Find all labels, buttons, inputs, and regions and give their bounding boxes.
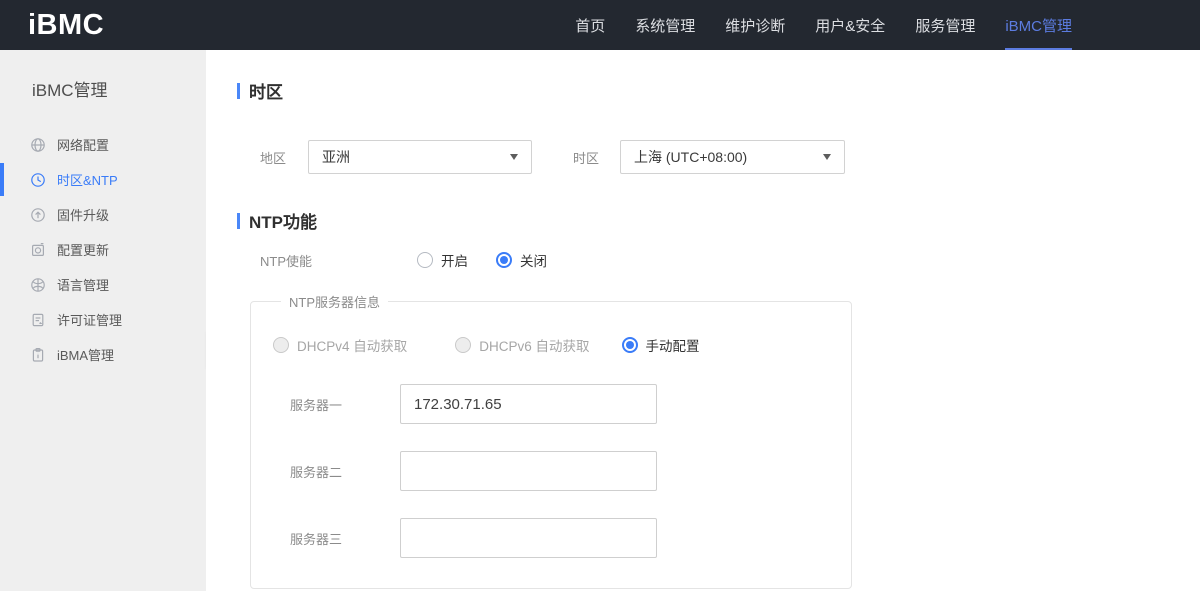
sidebar-title: iBMC管理 bbox=[32, 81, 108, 100]
config-update-icon bbox=[30, 242, 46, 258]
clipboard-icon bbox=[30, 347, 46, 363]
license-icon bbox=[30, 312, 46, 328]
server-three-label: 服务器三 bbox=[290, 531, 343, 547]
sidebar-menu: 网络配置 时区&NTP 固件升级 配置更新 语言管理 许可证管理 iBMA管理 bbox=[0, 127, 206, 372]
sidebar-item-label: 许可证管理 bbox=[57, 313, 123, 328]
top-nav-menu: 首页 系统管理 维护诊断 用户&安全 服务管理 iBMC管理 bbox=[575, 0, 1072, 50]
server-three-input[interactable] bbox=[400, 518, 657, 558]
dhcpv6-auto-label: DHCPv6 自动获取 bbox=[479, 339, 590, 354]
server-three-row: 服务器三 bbox=[273, 518, 851, 558]
radio-selected-icon bbox=[496, 252, 512, 268]
language-icon bbox=[30, 277, 46, 293]
sidebar-item-language-management[interactable]: 语言管理 bbox=[0, 267, 206, 302]
ntp-section-title-text: NTP功能 bbox=[249, 213, 317, 232]
sidebar-item-network-config[interactable]: 网络配置 bbox=[0, 127, 206, 162]
server-one-input[interactable] bbox=[400, 384, 657, 424]
upload-circle-icon bbox=[30, 207, 46, 223]
radio-selected-icon bbox=[621, 337, 638, 353]
sidebar-item-label: 时区&NTP bbox=[57, 173, 118, 188]
region-select[interactable]: 亚洲 bbox=[308, 140, 532, 174]
sidebar-item-label: 语言管理 bbox=[57, 278, 110, 293]
sidebar-item-firmware-upgrade[interactable]: 固件升级 bbox=[0, 197, 206, 232]
sidebar-item-ibma-management[interactable]: iBMA管理 bbox=[0, 337, 206, 372]
region-label: 地区 bbox=[260, 150, 287, 166]
ntp-enable-off-label: 关闭 bbox=[520, 254, 547, 269]
manual-config-label: 手动配置 bbox=[645, 339, 700, 354]
region-select-value: 亚洲 bbox=[322, 149, 350, 165]
dhcpv6-auto-radio[interactable]: DHCPv6 自动获取 bbox=[455, 335, 590, 355]
sidebar-item-label: iBMA管理 bbox=[57, 348, 115, 363]
nav-item-service-management[interactable]: 服务管理 bbox=[915, 0, 975, 50]
nav-item-ibmc-management[interactable]: iBMC管理 bbox=[1005, 0, 1072, 50]
radio-disabled-icon bbox=[455, 337, 472, 353]
server-one-label: 服务器一 bbox=[290, 397, 343, 413]
sidebar-item-config-update[interactable]: 配置更新 bbox=[0, 232, 206, 267]
ntp-section-title: NTP功能 bbox=[237, 208, 1200, 233]
ntp-server-info-fieldset: NTP服务器信息 DHCPv4 自动获取 DHCPv6 自动获取 手动配置 服务… bbox=[250, 292, 852, 589]
sidebar-item-label: 固件升级 bbox=[57, 208, 110, 223]
server-two-label: 服务器二 bbox=[290, 464, 343, 480]
ntp-enable-row: NTP使能 开启 关闭 bbox=[237, 250, 1200, 270]
ntp-server-info-legend: NTP服务器信息 bbox=[289, 295, 381, 310]
timezone-label: 时区 bbox=[573, 150, 600, 166]
title-accent-bar bbox=[237, 212, 240, 229]
server-two-row: 服务器二 bbox=[273, 451, 851, 491]
sidebar-item-label: 配置更新 bbox=[57, 243, 110, 258]
manual-config-radio[interactable]: 手动配置 bbox=[621, 335, 700, 355]
sidebar-item-label: 网络配置 bbox=[57, 138, 110, 153]
ntp-mode-row: DHCPv4 自动获取 DHCPv6 自动获取 手动配置 bbox=[273, 335, 851, 355]
sidebar-item-license-management[interactable]: 许可证管理 bbox=[0, 302, 206, 337]
ntp-enable-on-label: 开启 bbox=[441, 254, 468, 269]
server-one-row: 服务器一 bbox=[273, 384, 851, 424]
nav-item-user-security[interactable]: 用户&安全 bbox=[815, 0, 885, 50]
nav-item-home[interactable]: 首页 bbox=[575, 0, 605, 50]
main-content: 时区 地区 亚洲 时区 上海 (UTC+08:00) NTP功能 NTP使能 开… bbox=[206, 50, 1200, 591]
timezone-select[interactable]: 上海 (UTC+08:00) bbox=[620, 140, 845, 174]
timezone-section-title: 时区 bbox=[237, 78, 1200, 103]
timezone-form-row: 地区 亚洲 时区 上海 (UTC+08:00) bbox=[237, 140, 1200, 174]
top-navbar: iBMC 首页 系统管理 维护诊断 用户&安全 服务管理 iBMC管理 bbox=[0, 0, 1200, 50]
ntp-enable-label: NTP使能 bbox=[260, 253, 313, 269]
dropdown-caret-icon bbox=[823, 154, 831, 160]
ntp-enable-on-radio[interactable]: 开启 bbox=[417, 250, 468, 270]
timezone-section-title-text: 时区 bbox=[249, 83, 283, 102]
dropdown-caret-icon bbox=[510, 154, 518, 160]
dhcpv4-auto-radio[interactable]: DHCPv4 自动获取 bbox=[273, 335, 407, 355]
dhcpv4-auto-label: DHCPv4 自动获取 bbox=[297, 339, 408, 354]
title-accent-bar bbox=[237, 82, 240, 99]
globe-icon bbox=[30, 137, 46, 153]
clock-icon bbox=[30, 172, 46, 188]
server-two-input[interactable] bbox=[400, 451, 657, 491]
radio-unselected-icon bbox=[417, 252, 433, 268]
nav-item-maintenance-diagnostics[interactable]: 维护诊断 bbox=[725, 0, 785, 50]
sidebar: iBMC管理 网络配置 时区&NTP 固件升级 配置更新 语言管理 许可证管理 … bbox=[0, 50, 206, 591]
radio-disabled-icon bbox=[273, 337, 289, 353]
sidebar-item-timezone-ntp[interactable]: 时区&NTP bbox=[0, 162, 206, 197]
ibmc-logo: iBMC bbox=[28, 8, 105, 41]
ntp-enable-off-radio[interactable]: 关闭 bbox=[496, 250, 547, 270]
nav-item-system-management[interactable]: 系统管理 bbox=[635, 0, 695, 50]
timezone-select-value: 上海 (UTC+08:00) bbox=[634, 149, 748, 165]
